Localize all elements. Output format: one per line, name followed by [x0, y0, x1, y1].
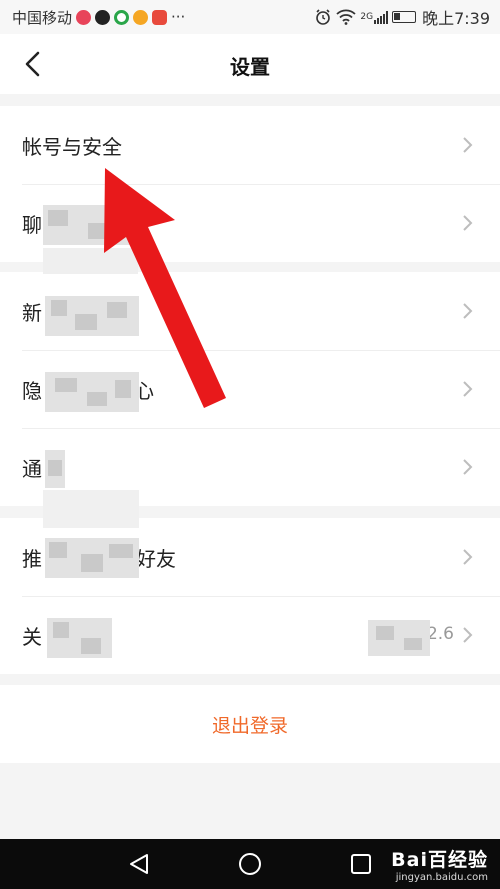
- baidu-jingyan-watermark: Bai百经验 jingyan.baidu.com: [391, 845, 488, 883]
- news-app-icon: [152, 9, 168, 25]
- title-bar: 设置: [0, 34, 500, 94]
- watermark-brand: Bai百经验: [391, 849, 488, 871]
- version-value: 2.6: [426, 624, 454, 644]
- status-bar: 中国移动 ··· 2G 晚上7:39: [0, 0, 500, 34]
- pixelation-blur: [43, 490, 139, 528]
- chevron-right-icon: [463, 137, 473, 153]
- app-ring-icon: [114, 9, 130, 25]
- more-notifications: ···: [171, 8, 186, 26]
- settings-item-label: 隐: [22, 378, 42, 403]
- settings-item-label: 聊: [22, 212, 42, 237]
- chevron-right-icon: [463, 627, 473, 643]
- chevron-right-icon: [463, 549, 473, 565]
- settings-item-label-tail: 好友: [136, 546, 176, 571]
- watermark-url: jingyan.baidu.com: [395, 872, 488, 883]
- status-right: 2G 晚上7:39: [314, 5, 490, 29]
- system-nav-bar: Bai百经验 jingyan.baidu.com: [0, 839, 500, 889]
- settings-item-label: 帐号与安全: [22, 134, 122, 159]
- pixelation-blur: [47, 618, 112, 658]
- logout-label: 退出登录: [211, 714, 288, 737]
- logout-button[interactable]: 退出登录: [0, 685, 500, 763]
- network-type: 2G: [360, 12, 374, 22]
- wifi-icon: [336, 9, 356, 25]
- pixelation-blur: [43, 205, 138, 245]
- alarm-icon: [316, 9, 331, 25]
- chevron-right-icon: [463, 215, 473, 231]
- signal-icon: [374, 10, 389, 24]
- chevron-right-icon: [463, 381, 473, 397]
- carrier-name: 中国移动: [12, 8, 73, 27]
- pixelation-blur: [45, 538, 139, 578]
- settings-item-label: 新: [22, 300, 42, 325]
- triangle-back-icon[interactable]: [127, 852, 151, 876]
- settings-item-account-security[interactable]: 帐号与安全: [0, 106, 500, 184]
- page-title: 设置: [230, 55, 270, 79]
- pixelation-blur: [45, 296, 139, 336]
- pixelation-blur: [368, 620, 430, 656]
- video-app-icon: [76, 9, 92, 25]
- square-recents-icon[interactable]: [349, 852, 373, 876]
- chevron-right-icon: [463, 459, 473, 475]
- settings-item-label: 推: [22, 546, 42, 571]
- app-orange-icon: [133, 9, 149, 25]
- settings-item-label: 关: [22, 624, 42, 649]
- tiktok-icon: [95, 9, 111, 25]
- chevron-right-icon: [463, 303, 473, 319]
- battery-icon: [392, 11, 417, 23]
- clock: 晚上7:39: [422, 9, 490, 28]
- pixelation-blur: [45, 372, 139, 412]
- status-left: 中国移动 ···: [12, 7, 185, 28]
- pixelation-blur: [43, 248, 138, 274]
- pixelation-blur: [45, 450, 65, 488]
- settings-item-label: 通: [22, 456, 42, 481]
- circle-home-icon[interactable]: [238, 852, 262, 876]
